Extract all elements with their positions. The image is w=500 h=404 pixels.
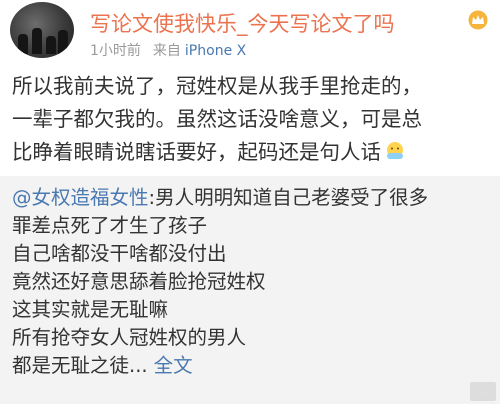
user-avatar[interactable] [10, 2, 74, 58]
repost-line: 自己啥都没干啥都没付出 [12, 242, 227, 265]
repost-line-last: 都是无耻之徒... 全文 [12, 352, 496, 380]
vip-crown-icon [468, 10, 488, 30]
post-line: 所以我前夫说了，冠姓权是从我手里抢走的， [12, 74, 422, 98]
source-device[interactable]: iPhone X [185, 43, 246, 59]
post-meta: 1小时前 来自 iPhone X [90, 40, 246, 60]
repost-card[interactable]: @女权造福女性:男人明明知道自己老婆受了很多 罪差点死了才生了孩子 自己啥都没干… [0, 176, 500, 404]
repost-line-text: 都是无耻之徒... [12, 354, 148, 377]
source-prefix: 来自 [152, 43, 181, 59]
repost-line: 罪差点死了才生了孩子 [12, 214, 208, 237]
post-line-last: 比睁着眼睛说瞎话要好，起码还是句人话 [12, 136, 492, 169]
repost-line: 这其实就是无耻嘛 [12, 298, 169, 321]
repost-body: @女权造福女性:男人明明知道自己老婆受了很多 罪差点死了才生了孩子 自己啥都没干… [12, 184, 496, 380]
post-header: 写论文使我快乐_今天写论文了吗 1小时前 来自 iPhone X [0, 0, 500, 62]
repost-line: 竟然还好意思舔着脸抢冠姓权 [12, 270, 266, 293]
repost-line: 所有抢夺女人冠姓权的男人 [12, 326, 247, 349]
username[interactable]: 写论文使我快乐_今天写论文了吗 [90, 8, 395, 38]
watermark: ... [470, 382, 496, 401]
emoji-hand-icon [387, 142, 403, 159]
repost-line-first: @女权造福女性:男人明明知道自己老婆受了很多 [12, 184, 496, 212]
repost-line-text: :男人明明知道自己老婆受了很多 [148, 186, 429, 209]
post-line: 一辈子都欠我的。虽然这话没啥意义，可是总 [12, 107, 422, 131]
post-body: 所以我前夫说了，冠姓权是从我手里抢走的， 一辈子都欠我的。虽然这话没啥意义，可是… [12, 70, 492, 169]
mention-link[interactable]: @女权造福女性 [12, 186, 149, 209]
post-time: 1小时前 [90, 43, 141, 59]
post-line-text: 比睁着眼睛说瞎话要好，起码还是句人话 [12, 140, 381, 164]
read-more-link[interactable]: 全文 [154, 354, 193, 377]
